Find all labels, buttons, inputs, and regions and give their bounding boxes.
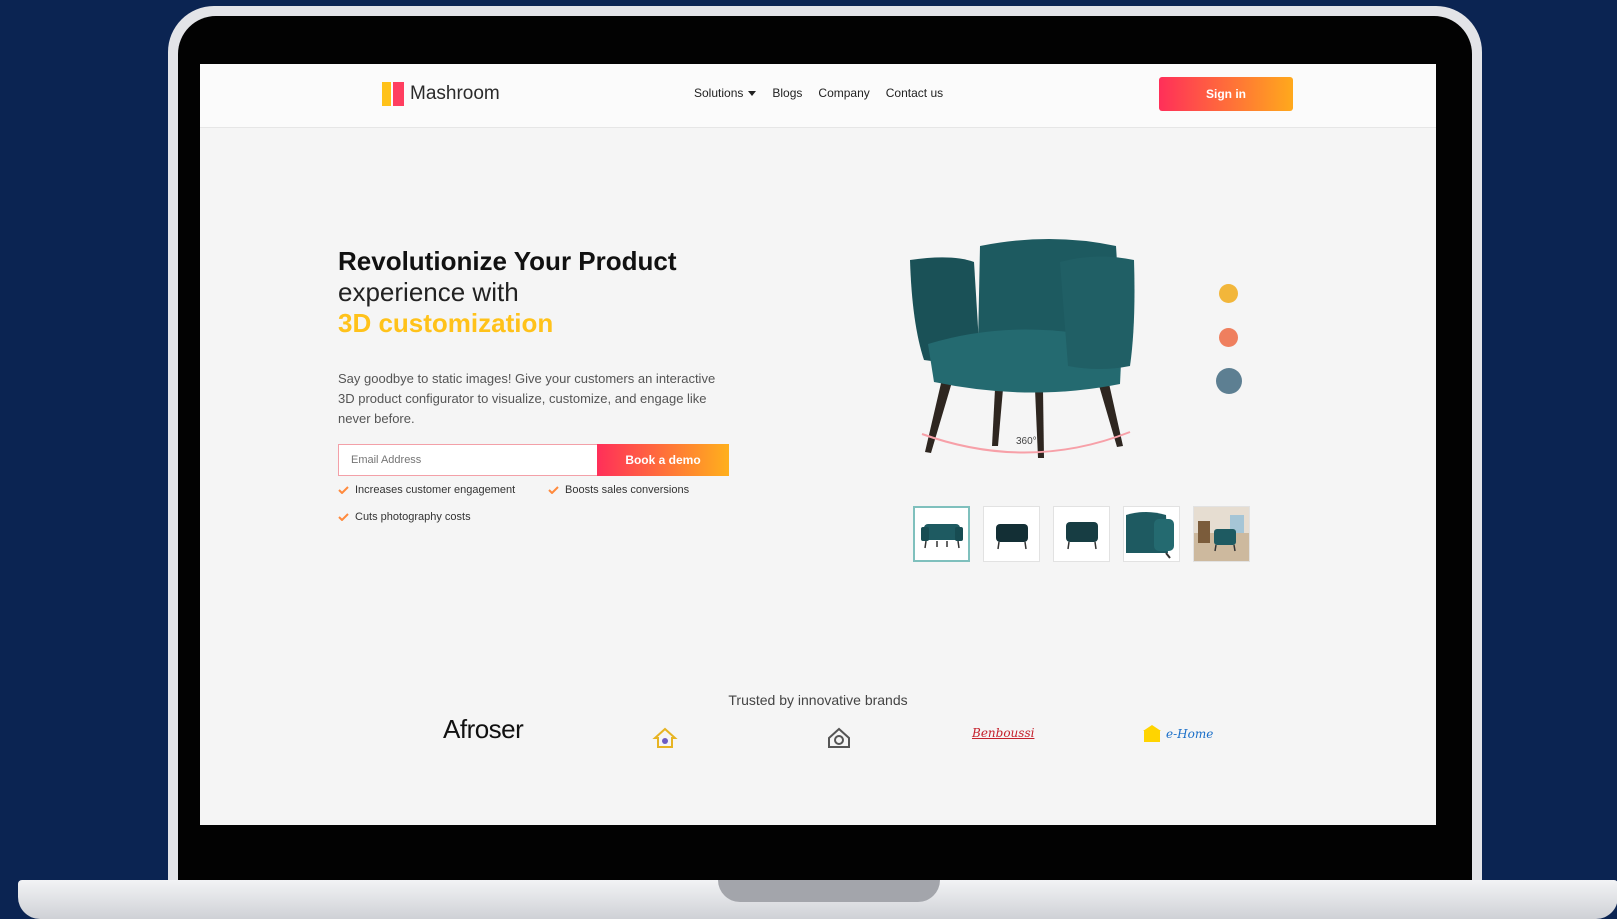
nav-item-solutions[interactable]: Solutions [694,86,757,100]
house-logo-icon [652,727,678,748]
browser-screen: Mashroom Solutions Blogs Company Contact… [200,64,1436,825]
hero-title-line3: 3D customization [338,308,554,338]
brand-logo-house [652,726,678,750]
brand-logo-afroser: Afroser [443,714,524,744]
hero-description: Say goodbye to static images! Give your … [338,371,716,426]
feature-item: Boosts sales conversions [548,484,689,496]
rotate-360-label: 360° [1016,436,1037,447]
feature-item: Cuts photography costs [338,511,471,523]
thumbnail-closeup[interactable] [1123,506,1180,562]
hero-title: Revolutionize Your Product experience wi… [338,246,677,339]
email-input[interactable] [338,444,597,476]
nav-item-blogs[interactable]: Blogs [772,86,802,100]
brand-logo-home [826,726,852,750]
nav-menu: Solutions Blogs Company Contact us [694,86,943,100]
logo[interactable]: Mashroom [382,82,500,106]
navbar: Mashroom Solutions Blogs Company Contact… [200,64,1436,128]
thumbnail-side[interactable] [983,506,1040,562]
sign-in-button[interactable]: Sign in [1159,77,1293,111]
color-swatch-slate[interactable] [1216,368,1242,394]
book-demo-button[interactable]: Book a demo [597,444,729,476]
caret-down-icon [748,91,757,97]
color-swatch-orange[interactable] [1219,328,1238,347]
color-swatch-yellow[interactable] [1219,284,1238,303]
laptop-notch [718,880,940,902]
check-icon [338,486,349,494]
hero-title-line2: experience with [338,277,519,307]
check-icon [548,486,559,494]
thumbnail-front[interactable] [913,506,970,562]
thumbnail-back[interactable] [1053,506,1110,562]
logo-text: Mashroom [410,83,500,104]
check-icon [338,513,349,521]
home-logo-icon [828,727,850,748]
nav-item-contact[interactable]: Contact us [886,86,943,100]
hero-title-line1: Revolutionize Your Product [338,246,677,276]
brand-logo-ehome: e-Home [1142,724,1213,744]
nav-item-company[interactable]: Company [818,86,869,100]
ehome-logo-icon [1143,725,1161,742]
trusted-heading: Trusted by innovative brands [728,692,908,708]
thumbnail-strip [913,506,1250,562]
feature-item: Increases customer engagement [338,484,515,496]
mashroom-logo-icon [382,82,404,106]
brand-logo-benboussi: Benboussi [972,726,1035,740]
thumbnail-room[interactable] [1193,506,1250,562]
